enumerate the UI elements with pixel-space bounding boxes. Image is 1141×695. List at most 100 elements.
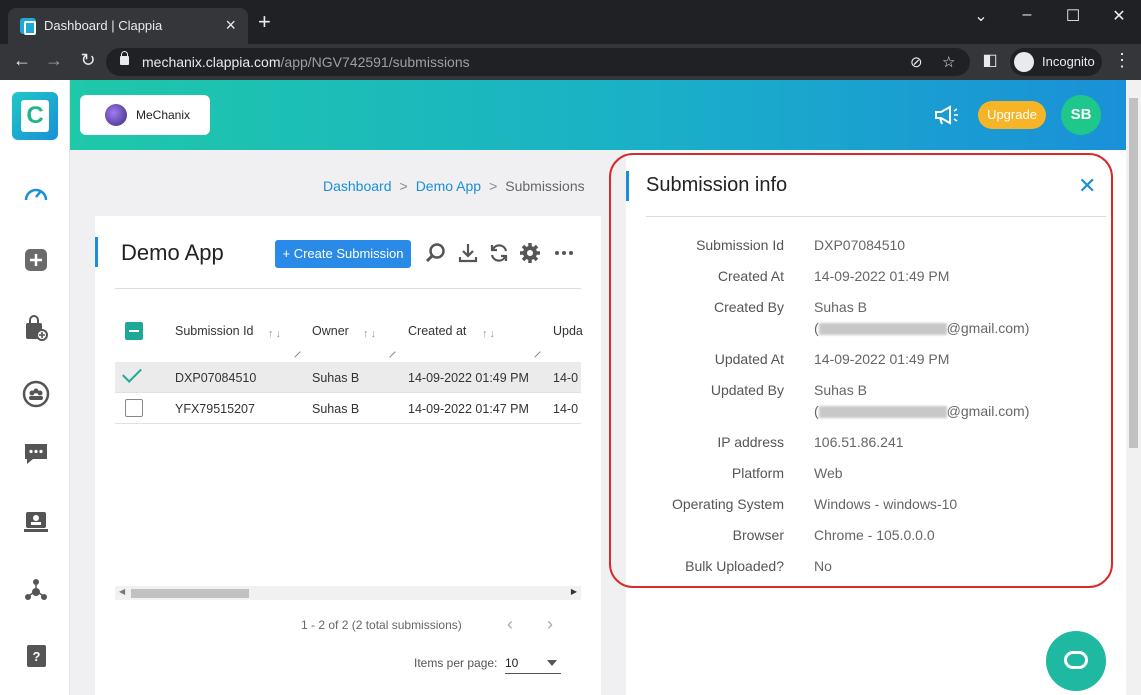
browser-tab[interactable]: Dashboard | Clappia × <box>8 8 248 44</box>
redacted-email <box>818 406 947 419</box>
select-all-checkbox[interactable] <box>125 322 143 340</box>
svg-text:?: ? <box>33 649 41 664</box>
field-value: 14-09-2022 01:49 PM <box>814 351 950 367</box>
cell-submission-id: DXP07084510 <box>175 371 257 385</box>
sort-arrows-icon[interactable]: ↑↓ <box>482 328 497 340</box>
clappia-logo[interactable] <box>12 92 58 140</box>
refresh-icon[interactable] <box>488 242 510 264</box>
breadcrumb-separator: > <box>399 178 408 194</box>
upgrade-button[interactable]: Upgrade <box>978 101 1046 129</box>
incognito-label: Incognito <box>1042 54 1095 69</box>
maximize-icon[interactable]: ☐ <box>1058 6 1088 26</box>
column-header-owner[interactable]: Owner <box>312 324 349 338</box>
browser-menu-icon[interactable]: ⋮ <box>1110 50 1134 71</box>
close-icon[interactable]: ✕ <box>1078 175 1096 197</box>
url-text[interactable]: mechanix.clappia.com/app/NGV742591/submi… <box>142 54 470 70</box>
created-by-email: (@gmail.com) <box>814 320 1030 336</box>
help-book-icon[interactable]: ? <box>22 642 50 670</box>
breadcrumb-submissions: Submissions <box>505 178 585 194</box>
scroll-left-icon[interactable]: ◀ <box>119 587 125 596</box>
clappia-favicon-icon <box>20 18 36 35</box>
eye-off-icon[interactable]: ⊘ <box>910 53 923 71</box>
row-checkbox[interactable] <box>125 399 143 417</box>
column-header-created-at[interactable]: Created at <box>408 324 466 338</box>
more-icon[interactable] <box>553 242 575 264</box>
brand-name: MeChanix <box>136 108 191 122</box>
column-resize-handle[interactable] <box>384 346 396 358</box>
main-content: Dashboard > Demo App > Submissions Demo App … <box>70 150 1126 695</box>
field-label: Created By <box>713 299 784 315</box>
incognito-icon <box>1014 52 1034 72</box>
items-per-page-select[interactable]: 10 <box>505 652 561 674</box>
table-row[interactable]: YFX79515207 Suhas B 14-09-2022 01:47 PM … <box>115 393 581 424</box>
user-board-icon[interactable] <box>22 508 50 536</box>
table-row[interactable]: DXP07084510 Suhas B 14-09-2022 01:49 PM … <box>115 362 581 393</box>
group-icon[interactable] <box>22 380 50 408</box>
create-submission-button[interactable]: + Create Submission <box>275 240 411 268</box>
email-suffix: @gmail.com <box>946 403 1025 419</box>
prev-page-icon[interactable]: ‹ <box>507 614 513 635</box>
field-value: Web <box>814 465 843 481</box>
back-icon[interactable]: ← <box>10 50 34 71</box>
window-close-icon[interactable]: ✕ <box>1104 6 1134 26</box>
tab-search-icon[interactable]: ⌄ <box>966 6 996 26</box>
column-header-updated[interactable]: Upda <box>553 324 583 338</box>
field-label: Platform <box>731 465 784 481</box>
address-bar[interactable]: mechanix.clappia.com/app/NGV742591/submi… <box>106 48 970 76</box>
cell-updated-at: 14-0 <box>553 371 579 385</box>
dashboard-gauge-icon[interactable] <box>22 180 50 208</box>
tab-close-icon[interactable]: × <box>225 15 236 36</box>
cell-created-at: 14-09-2022 01:47 PM <box>408 402 529 416</box>
settings-icon[interactable] <box>519 242 541 264</box>
items-per-page-label: Items per page: <box>414 656 498 670</box>
browser-toolbar: ← → ↻ mechanix.clappia.com/app/NGV742591… <box>0 44 1141 80</box>
side-panel-icon[interactable]: ◧ <box>978 50 1002 70</box>
next-page-icon[interactable]: › <box>547 614 553 635</box>
column-resize-handle[interactable] <box>289 346 301 358</box>
field-value: DXP07084510 <box>814 237 906 253</box>
megaphone-icon[interactable] <box>934 104 960 126</box>
sort-arrows-icon[interactable]: ↑↓ <box>268 328 283 340</box>
column-resize-handle[interactable] <box>529 346 541 358</box>
workspace-brand[interactable]: MeChanix <box>80 95 210 135</box>
breadcrumb-separator: > <box>489 178 498 194</box>
column-header-submission-id[interactable]: Submission Id <box>175 324 254 338</box>
download-icon[interactable] <box>457 242 479 264</box>
panel-title: Submission info <box>646 174 788 196</box>
org-chart-icon[interactable] <box>22 576 50 604</box>
table-horizontal-scrollbar[interactable]: ◀ ▶ <box>115 586 581 600</box>
chat-bubble-icon[interactable] <box>22 440 50 468</box>
horizontal-scroll-thumb[interactable] <box>131 589 249 598</box>
field-label: IP address <box>717 434 784 450</box>
incognito-indicator[interactable]: Incognito <box>1010 48 1102 76</box>
field-label: Created At <box>717 268 784 284</box>
app-title: Demo App <box>121 240 224 265</box>
field-value: Chrome - 105.0.0.0 <box>814 527 935 543</box>
page-scroll-thumb[interactable] <box>1129 98 1138 448</box>
breadcrumb-demo-app[interactable]: Demo App <box>416 178 481 194</box>
scroll-right-icon[interactable]: ▶ <box>571 587 577 596</box>
sort-arrows-icon[interactable]: ↑↓ <box>363 328 378 340</box>
submission-info-panel: Submission info ✕ Submission Id DXP07084… <box>626 150 1126 695</box>
field-value: Windows - windows-10 <box>814 496 958 512</box>
email-suffix: @gmail.com <box>946 320 1025 336</box>
new-tab-icon[interactable]: + <box>258 11 271 33</box>
page-scrollbar[interactable] <box>1126 80 1141 695</box>
row-selected-check-icon[interactable] <box>122 363 142 383</box>
field-value: 106.51.86.241 <box>814 434 904 450</box>
reload-icon[interactable]: ↻ <box>76 50 100 71</box>
search-icon[interactable] <box>425 242 447 264</box>
field-value: Suhas B <box>814 299 867 315</box>
table-header: Submission Id ↑↓ Owner ↑↓ Created at ↑↓ … <box>115 312 583 362</box>
minimize-icon[interactable]: – <box>1012 6 1042 24</box>
cell-owner: Suhas B <box>312 402 360 416</box>
title-accent-bar <box>95 237 98 267</box>
user-avatar[interactable]: SB <box>1061 95 1101 135</box>
add-app-icon[interactable] <box>22 246 50 274</box>
breadcrumb-dashboard[interactable]: Dashboard <box>323 178 392 194</box>
bag-add-icon[interactable] <box>22 314 50 342</box>
chat-icon[interactable] <box>1046 631 1106 691</box>
bookmark-star-icon[interactable]: ☆ <box>942 53 955 71</box>
pagination-summary: 1 - 2 of 2 (2 total submissions) <box>301 618 462 632</box>
forward-icon[interactable]: → <box>42 50 66 71</box>
